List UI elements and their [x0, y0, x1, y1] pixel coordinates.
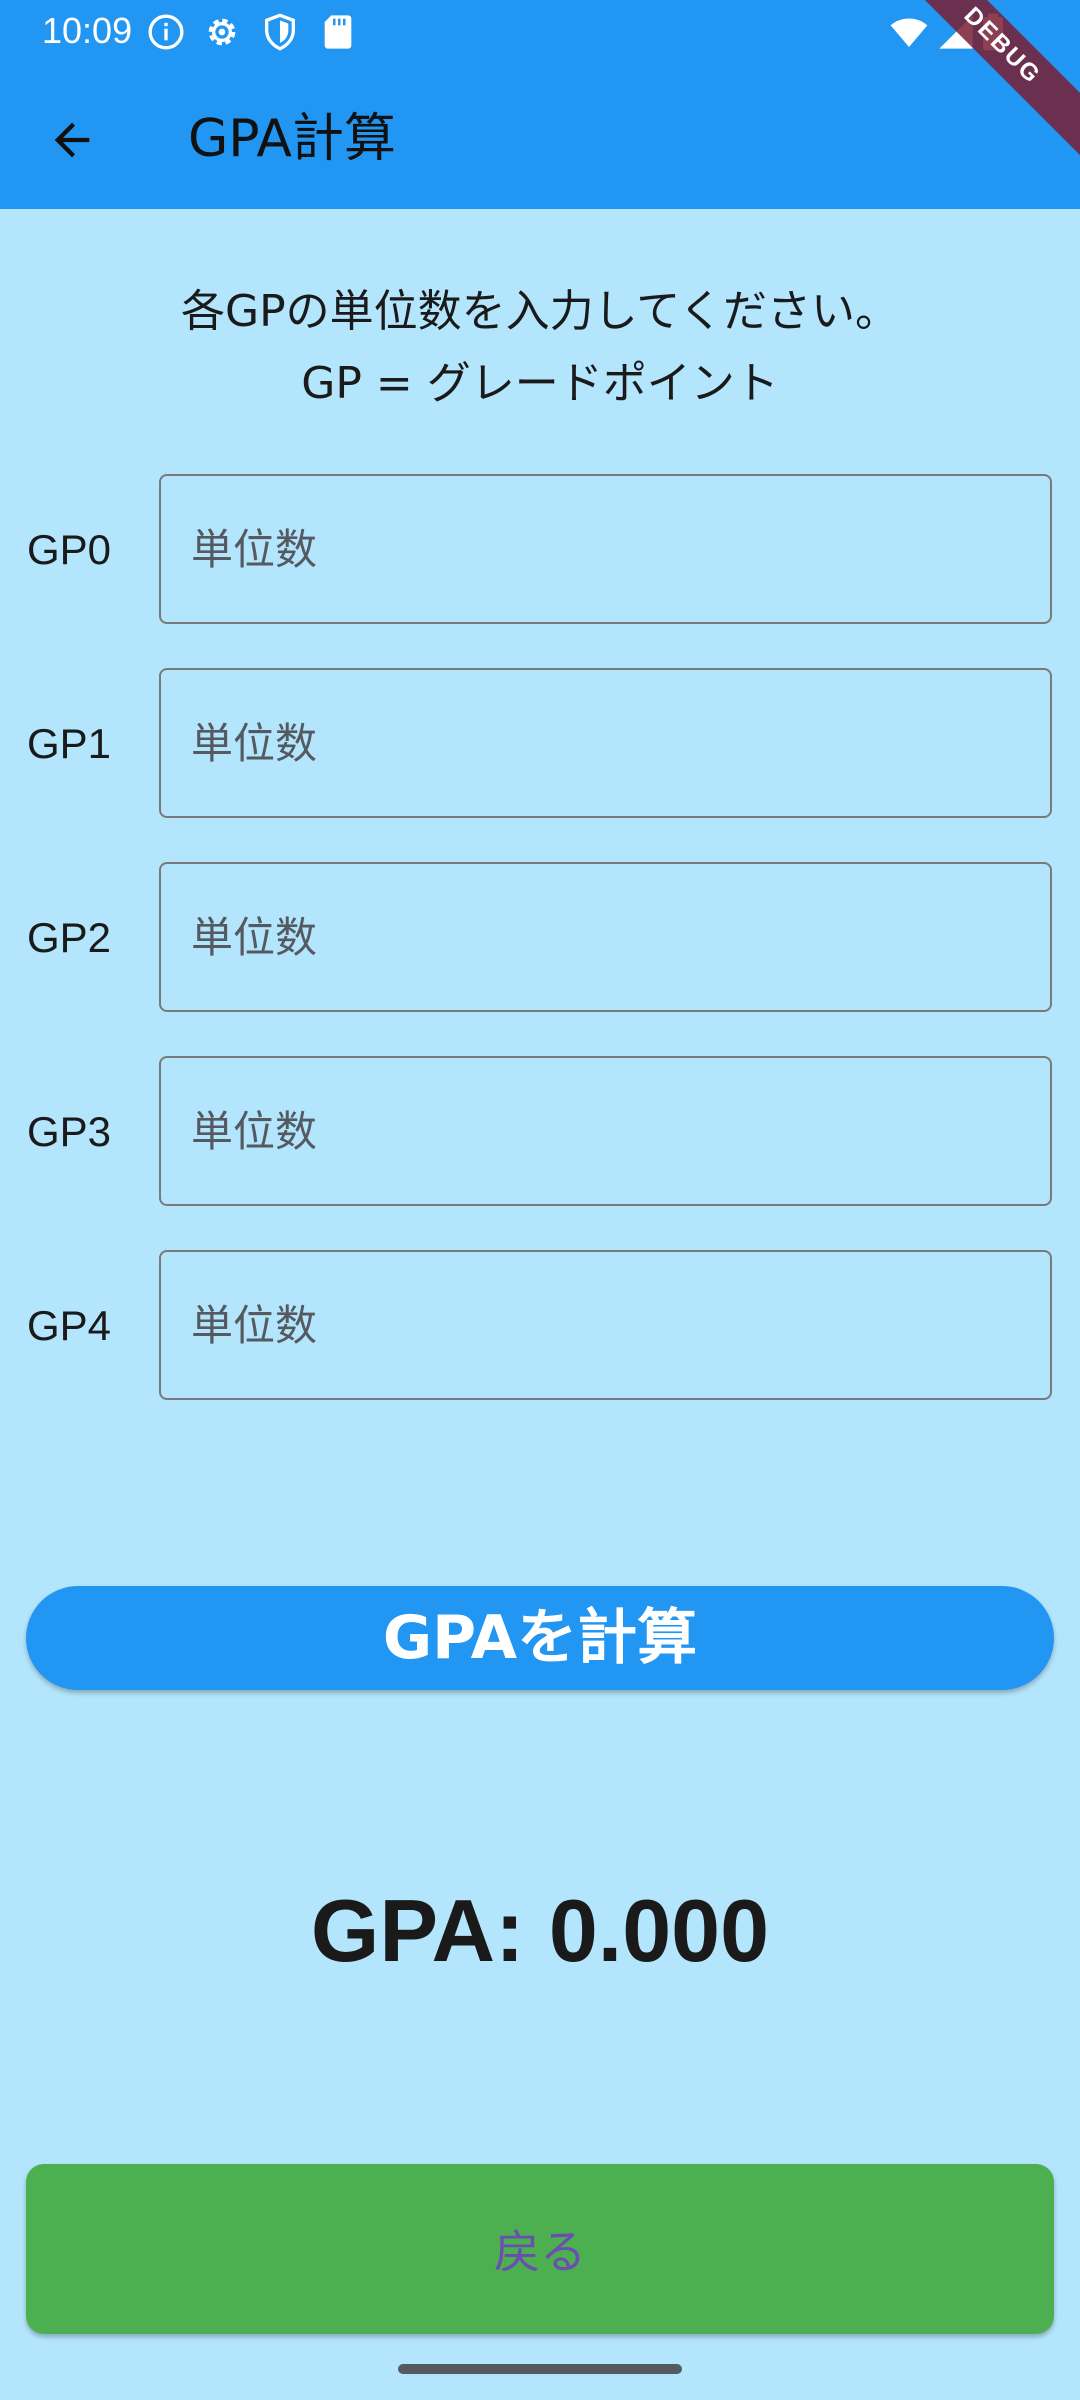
arrow-left-icon: [54, 122, 90, 158]
sd-card-icon: [318, 12, 358, 52]
gesture-navigation-bar[interactable]: [398, 2364, 682, 2374]
back-arrow-button[interactable]: [28, 96, 116, 184]
info-icon: [146, 12, 186, 52]
instructions-line-1: 各GPの単位数を入力してください。: [181, 286, 899, 337]
instructions-line-2: GP = グレードポイント: [301, 358, 779, 409]
page-title: GPA計算: [188, 109, 396, 169]
gp2-credits-input[interactable]: [159, 862, 1052, 1012]
app-bar: 10:09 DEBUG GPA計算: [0, 0, 1080, 209]
gp4-credits-input[interactable]: [159, 1250, 1052, 1400]
gp-row-2: GP2: [0, 862, 1080, 1012]
gp-row-1: GP1: [0, 668, 1080, 818]
gp2-label: GP2: [27, 914, 112, 961]
shield-icon: [260, 12, 300, 52]
instructions-text: 各GPの単位数を入力してください。 GP = グレードポイント: [0, 276, 1080, 420]
status-time: 10:09: [42, 10, 133, 51]
gp0-label: GP0: [27, 526, 112, 573]
gp1-credits-input[interactable]: [159, 668, 1052, 818]
gp4-label: GP4: [27, 1302, 112, 1349]
gp3-label: GP3: [27, 1108, 112, 1155]
gp3-credits-input[interactable]: [159, 1056, 1052, 1206]
gp-row-0: GP0: [0, 474, 1080, 624]
wifi-icon: [886, 12, 932, 52]
settings-icon: [202, 12, 242, 52]
calculate-gpa-button[interactable]: GPAを計算: [26, 1586, 1054, 1690]
gp-row-3: GP3: [0, 1056, 1080, 1206]
gp1-label: GP1: [27, 720, 112, 767]
status-bar: 10:09: [0, 0, 1080, 63]
back-button[interactable]: 戻る: [26, 2164, 1054, 2334]
gp-row-4: GP4: [0, 1250, 1080, 1400]
gpa-result: GPA: 0.000: [310, 1881, 770, 1980]
gp0-credits-input[interactable]: [159, 474, 1052, 624]
